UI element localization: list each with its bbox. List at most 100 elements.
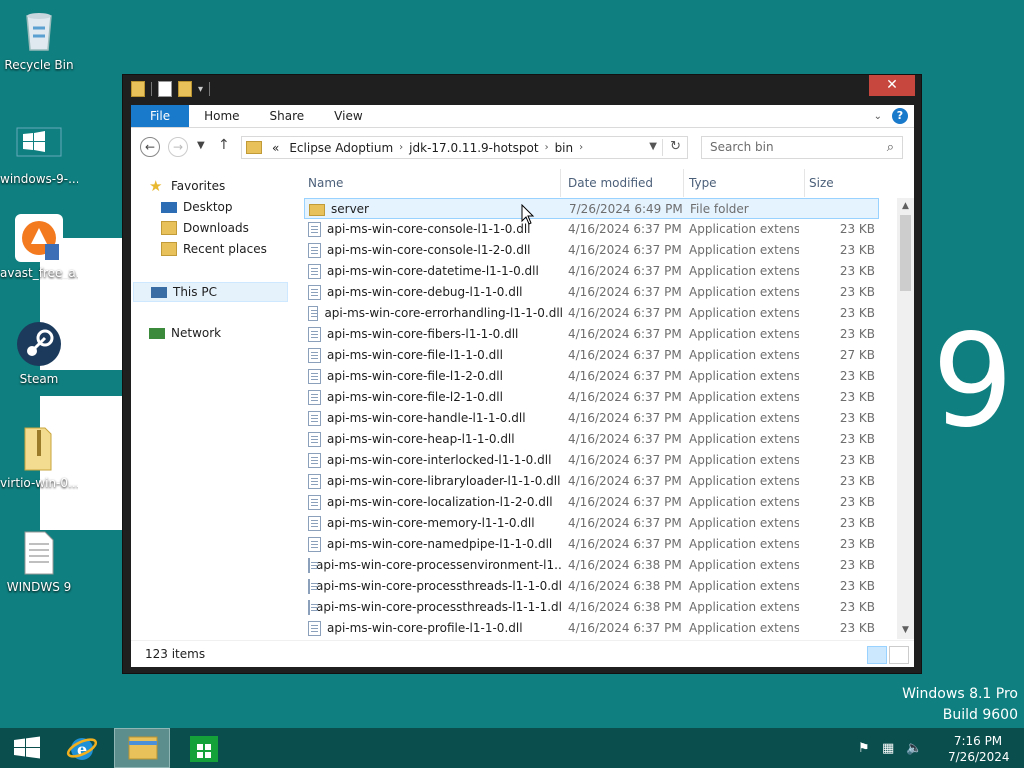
large-icons-view-icon[interactable] (889, 646, 909, 664)
help-icon[interactable]: ? (892, 108, 908, 124)
vertical-scrollbar[interactable]: ▲ ▼ (897, 198, 914, 639)
desktop-icon-recycle-bin[interactable]: Recycle Bin (0, 6, 78, 72)
recycle-bin-icon (15, 6, 63, 54)
file-date-modified: 4/16/2024 6:37 PM (568, 306, 682, 320)
file-date-modified: 4/16/2024 6:38 PM (568, 558, 682, 572)
desktop-icon-steam[interactable]: Steam (0, 320, 78, 386)
table-row[interactable]: api-ms-win-core-localization-l1-2-0.dll 4… (304, 492, 879, 513)
taskbar-store[interactable] (176, 728, 232, 768)
taskbar-file-explorer[interactable] (114, 728, 170, 768)
close-button[interactable]: ✕ (869, 75, 915, 96)
dll-file-icon (308, 222, 321, 237)
breadcrumb-bin[interactable]: bin (549, 141, 580, 155)
file-type: Application extens... (689, 495, 799, 509)
breadcrumb-jdk[interactable]: jdk-17.0.11.9-hotspot (403, 141, 544, 155)
sort-ascending-icon: ^ (429, 169, 436, 174)
table-row[interactable]: api-ms-win-core-namedpipe-l1-1-0.dll 4/16… (304, 534, 879, 555)
forward-button[interactable]: → (168, 137, 188, 157)
status-bar: 123 items (131, 640, 914, 667)
desktop-icon-windws-9-doc[interactable]: WINDWS 9 (0, 528, 78, 594)
desktop-icon-virtio[interactable]: virtio-win-0.... (0, 424, 78, 490)
table-row[interactable]: api-ms-win-core-datetime-l1-1-0.dll 4/16/… (304, 261, 879, 282)
refresh-icon[interactable]: ↻ (670, 139, 681, 154)
tab-home[interactable]: Home (189, 105, 254, 127)
nav-item-desktop[interactable]: Desktop (161, 200, 233, 214)
scroll-up-icon[interactable]: ▲ (897, 198, 914, 215)
table-row[interactable]: api-ms-win-core-profile-l1-1-0.dll 4/16/2… (304, 618, 879, 639)
new-folder-icon[interactable] (178, 81, 192, 97)
file-size: 23 KB (839, 453, 875, 467)
expand-ribbon-chevron-icon[interactable]: ⌄ (874, 111, 882, 122)
file-size: 23 KB (839, 264, 875, 278)
search-icon[interactable]: ⌕ (887, 137, 894, 158)
column-header-type[interactable]: Type (685, 169, 805, 197)
file-name-cell: api-ms-win-core-file-l1-2-0.dll (308, 366, 563, 387)
dll-file-icon (308, 306, 319, 321)
properties-icon[interactable] (158, 81, 172, 97)
table-row[interactable]: api-ms-win-core-memory-l1-1-0.dll 4/16/20… (304, 513, 879, 534)
table-row[interactable]: api-ms-win-core-processthreads-l1-1-0.dl… (304, 576, 879, 597)
table-row[interactable]: api-ms-win-core-libraryloader-l1-1-0.dll… (304, 471, 879, 492)
file-size: 23 KB (839, 621, 875, 635)
back-button[interactable]: ← (140, 137, 160, 157)
breadcrumb-eclipse-adoptium[interactable]: Eclipse Adoptium (283, 141, 399, 155)
nav-item-this-pc[interactable]: This PC (133, 282, 288, 302)
table-row[interactable]: api-ms-win-core-debug-l1-1-0.dll 4/16/202… (304, 282, 879, 303)
table-row[interactable]: api-ms-win-core-processenvironment-l1...… (304, 555, 879, 576)
file-date-modified: 4/16/2024 6:37 PM (568, 411, 682, 425)
volume-muted-icon[interactable]: 🔈 (906, 741, 922, 756)
file-name-cell: api-ms-win-core-heap-l1-1-0.dll (308, 429, 563, 450)
table-row[interactable]: api-ms-win-core-errorhandling-l1-1-0.dll… (304, 303, 879, 324)
file-name: api-ms-win-core-localization-l1-2-0.dll (327, 495, 553, 509)
table-row[interactable]: api-ms-win-core-processthreads-l1-1-1.dl… (304, 597, 879, 618)
clock[interactable]: 7:16 PM 7/26/2024 (948, 733, 1010, 765)
file-name-cell: api-ms-win-core-profile-l1-1-0.dll (308, 618, 563, 639)
breadcrumb-separator-icon[interactable]: › (579, 142, 583, 153)
nav-item-network[interactable]: Network (149, 326, 221, 340)
column-header-date-modified[interactable]: Date modified (564, 169, 684, 197)
table-row[interactable]: api-ms-win-core-interlocked-l1-1-0.dll 4/… (304, 450, 879, 471)
up-arrow-icon[interactable]: ↑ (218, 137, 230, 153)
action-center-flag-icon[interactable]: ⚑ (858, 741, 870, 756)
scroll-down-icon[interactable]: ▼ (897, 622, 914, 639)
taskbar-internet-explorer[interactable]: e (56, 728, 112, 768)
address-history-chevron-icon[interactable]: ▼ (649, 141, 657, 152)
start-button[interactable] (0, 728, 56, 768)
table-row[interactable]: api-ms-win-core-file-l1-2-0.dll 4/16/2024… (304, 366, 879, 387)
file-size: 27 KB (839, 348, 875, 362)
breadcrumb-overflow[interactable]: « (268, 141, 283, 155)
table-row-selected[interactable]: server 7/26/2024 6:49 PM File folder (304, 198, 879, 219)
column-header-size[interactable]: Size (805, 169, 879, 197)
file-size: 23 KB (839, 390, 875, 404)
tab-view[interactable]: View (319, 105, 377, 127)
table-row[interactable]: api-ms-win-core-console-l1-1-0.dll 4/16/2… (304, 219, 879, 240)
tab-share[interactable]: Share (255, 105, 320, 127)
desktop-icon-windows-9[interactable]: windows-9-... (0, 120, 78, 186)
table-row[interactable]: api-ms-win-core-heap-l1-1-0.dll 4/16/2024… (304, 429, 879, 450)
table-row[interactable]: api-ms-win-core-console-l1-2-0.dll 4/16/2… (304, 240, 879, 261)
file-type: Application extens... (689, 222, 799, 236)
table-row[interactable]: api-ms-win-core-file-l1-1-0.dll 4/16/2024… (304, 345, 879, 366)
recent-locations-chevron-icon[interactable]: ▼ (197, 140, 205, 151)
search-input[interactable]: Search bin ⌕ (701, 136, 903, 159)
window-titlebar[interactable]: ▾ ✕ (123, 75, 921, 105)
table-row[interactable]: api-ms-win-core-file-l2-1-0.dll 4/16/2024… (304, 387, 879, 408)
customize-toolbar-chevron-icon[interactable]: ▾ (198, 84, 203, 95)
details-view-icon[interactable] (867, 646, 887, 664)
file-date-modified: 4/16/2024 6:37 PM (568, 243, 682, 257)
file-date-modified: 4/16/2024 6:37 PM (568, 285, 682, 299)
table-row[interactable]: api-ms-win-core-handle-l1-1-0.dll 4/16/20… (304, 408, 879, 429)
nav-item-favorites[interactable]: ★ Favorites (149, 179, 225, 194)
address-bar[interactable]: « Eclipse Adoptium › jdk-17.0.11.9-hotsp… (241, 136, 688, 159)
file-name-cell: api-ms-win-core-namedpipe-l1-1-0.dll (308, 534, 563, 555)
tab-file[interactable]: File (131, 105, 190, 127)
table-row[interactable]: api-ms-win-core-fibers-l1-1-0.dll 4/16/20… (304, 324, 879, 345)
nav-item-downloads[interactable]: Downloads (161, 221, 249, 235)
desktop-icon-avast[interactable]: avast_free_a... (0, 214, 78, 280)
file-name-cell: api-ms-win-core-memory-l1-1-0.dll (308, 513, 563, 534)
network-icon[interactable]: ▦ (882, 741, 894, 756)
nav-item-recent-places[interactable]: Recent places (161, 242, 267, 256)
desktop-icon-label: WINDWS 9 (6, 580, 72, 594)
scrollbar-thumb[interactable] (900, 215, 911, 291)
address-row: ← → ▼ ↑ « Eclipse Adoptium › jdk-17.0.11… (131, 135, 914, 160)
